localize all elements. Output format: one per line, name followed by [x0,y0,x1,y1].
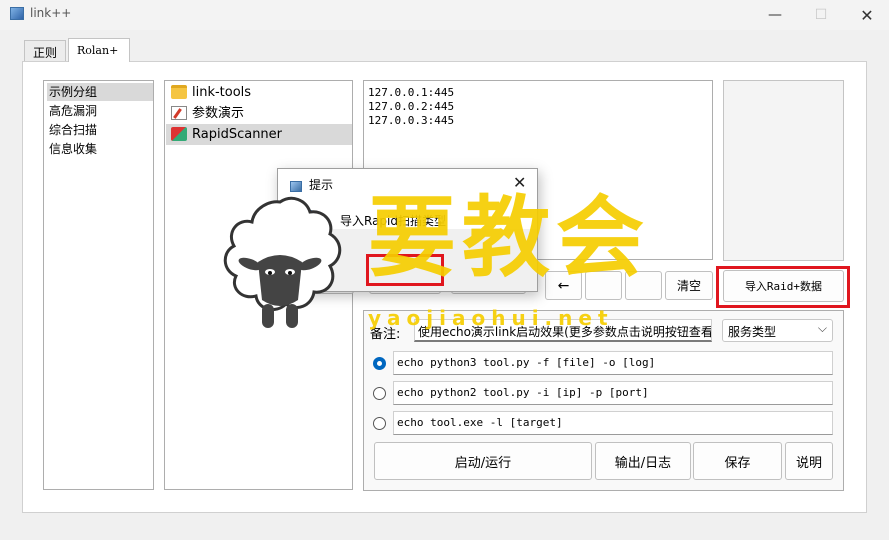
command-input-2[interactable]: echo python2 tool.py -i [ip] -p [port] [393,381,833,405]
title-bar: link++ — ☐ ✕ [0,0,889,30]
category-item[interactable]: 综合扫描 [47,121,153,139]
category-item[interactable]: 示例分组 [47,83,153,101]
chevron-down-icon: ⌵ [817,321,827,335]
command-input-3[interactable]: echo tool.exe -l [target] [393,411,833,435]
target-line: 127.0.0.1:445 [368,86,455,99]
app-icon [10,7,24,20]
command-radio-3[interactable] [373,417,386,430]
preview-panel [723,80,844,261]
help-button[interactable]: 说明 [785,442,833,480]
run-button[interactable]: 启动/运行 [374,442,592,480]
tool-item-label: link-tools [192,85,252,100]
command-radio-2[interactable] [373,387,386,400]
target-line: 127.0.0.2:445 [368,100,455,113]
minimize-button[interactable]: — [752,0,798,30]
clear-button[interactable]: 清空 [665,271,713,300]
command-input-1[interactable]: echo python3 tool.py -f [file] -o [log] [393,351,833,375]
highlight-import-box [716,266,850,308]
maximize-button[interactable]: ☐ [798,0,844,30]
category-list[interactable]: 示例分组 高危漏洞 综合扫描 信息收集 [43,80,154,490]
service-type-value: 服务类型 [728,325,777,339]
output-log-button[interactable]: 输出/日志 [595,442,691,480]
watermark-url: yaojiaohui.net [368,306,614,330]
folder-icon [171,85,187,99]
watermark-text: 要教会 [368,186,651,289]
tool-item[interactable]: link-tools [166,82,352,103]
window-title: link++ [30,6,72,20]
category-item[interactable]: 信息收集 [47,140,153,158]
close-window-button[interactable]: ✕ [844,0,889,30]
tool-item-label: 参数演示 [192,106,245,121]
tool-item-label: RapidScanner [192,127,283,142]
tool-item[interactable]: RapidScanner [166,124,352,145]
command-radio-1[interactable] [373,357,386,370]
category-item[interactable]: 高危漏洞 [47,102,153,120]
tool-item[interactable]: 参数演示 [166,103,352,124]
sheep-logo [223,196,342,328]
service-type-select[interactable]: 服务类型 ⌵ [722,319,833,342]
save-button[interactable]: 保存 [693,442,782,480]
target-line: 127.0.0.3:445 [368,114,455,127]
scanner-icon [171,127,187,141]
notepad-icon [171,106,187,120]
tab-regex[interactable]: 正则 [24,40,66,61]
tab-rolan[interactable]: Rolan+ [68,38,130,62]
